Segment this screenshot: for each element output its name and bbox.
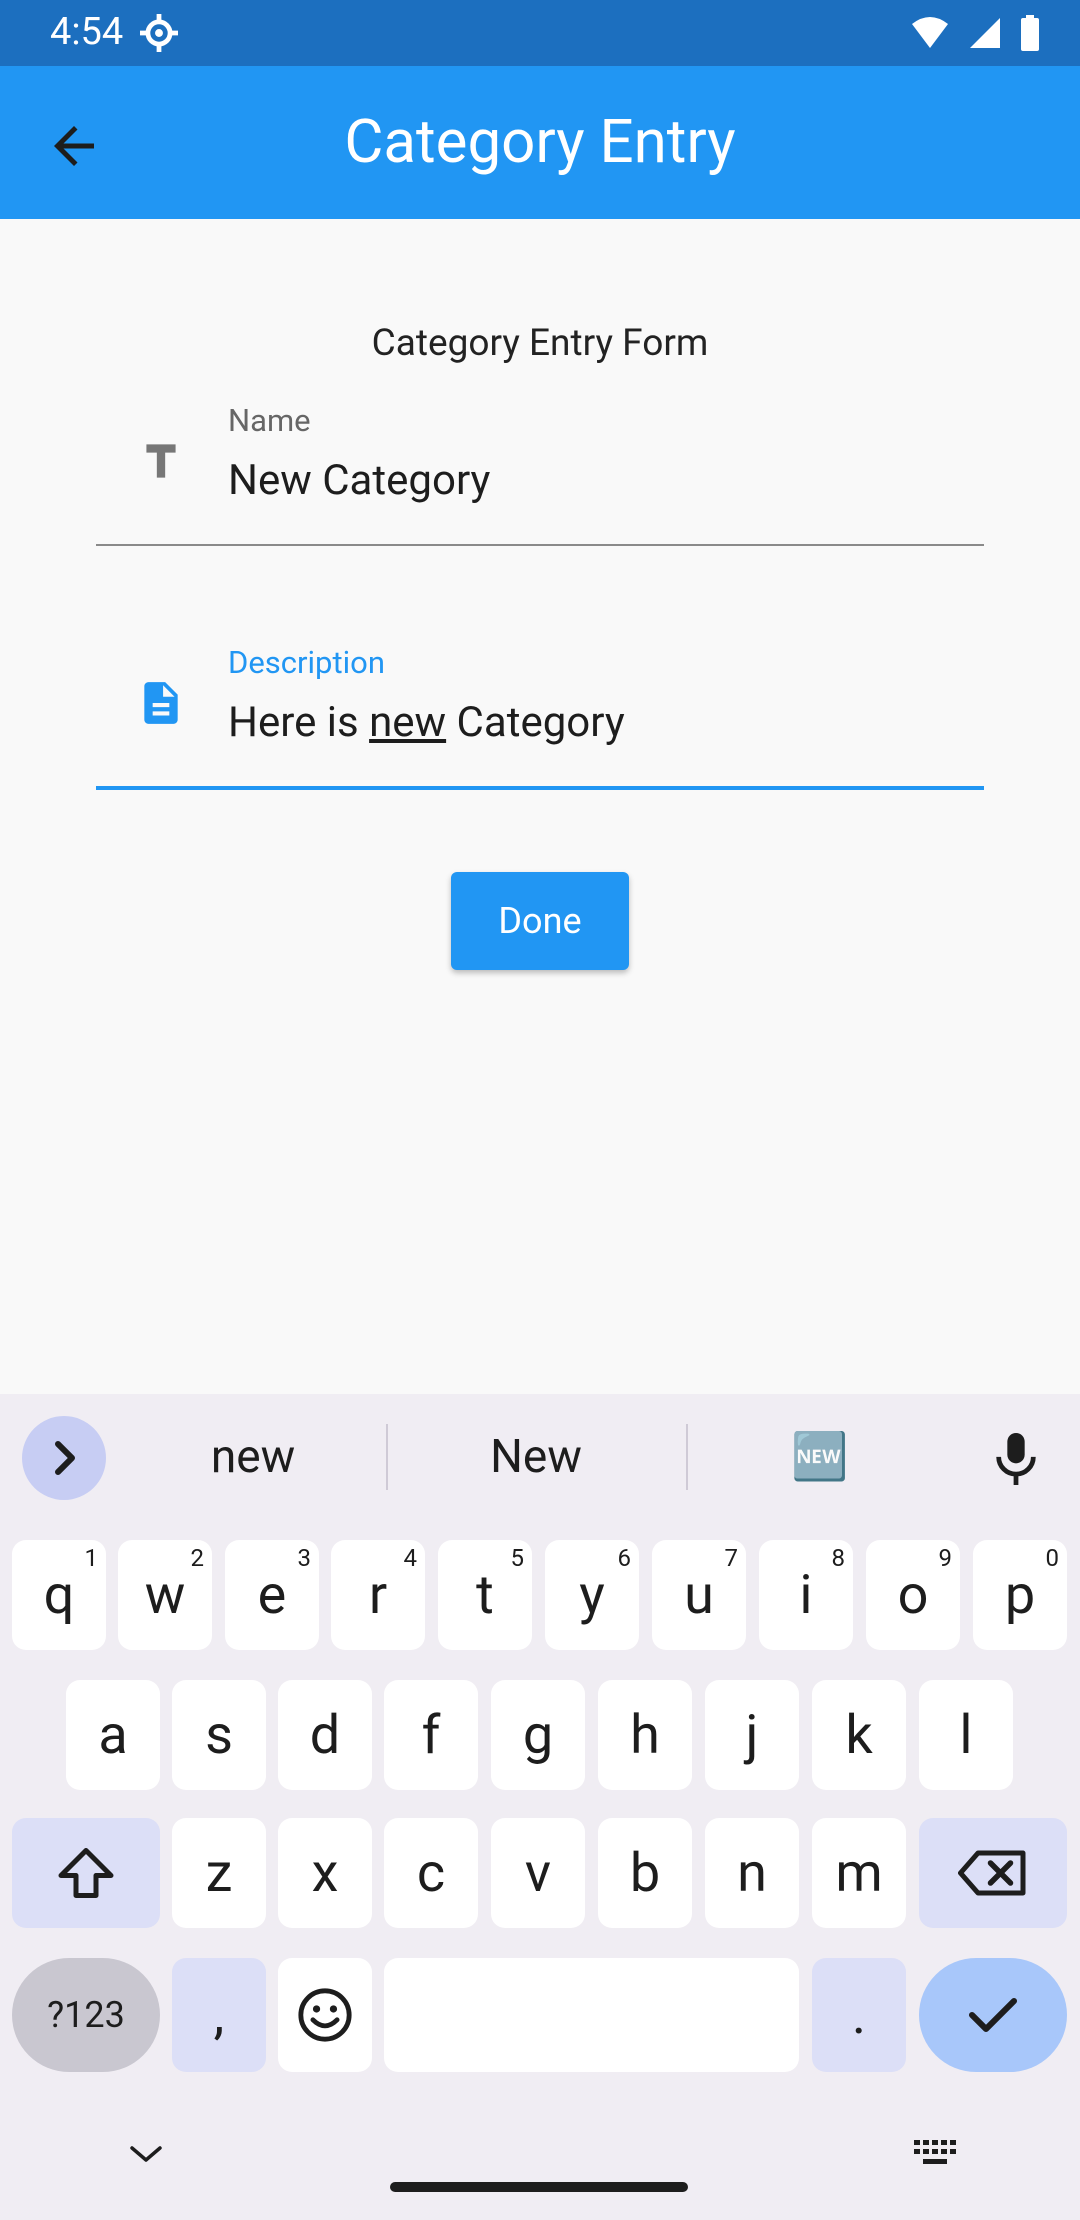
key-d[interactable]: d	[278, 1680, 372, 1790]
shift-key[interactable]	[12, 1818, 160, 1928]
backspace-key[interactable]	[919, 1818, 1067, 1928]
suggestion-divider	[386, 1424, 388, 1490]
name-field[interactable]: Name New Category	[96, 398, 984, 548]
key-w[interactable]: w2	[118, 1540, 212, 1650]
key-m[interactable]: m	[812, 1818, 906, 1928]
key-g[interactable]: g	[491, 1680, 585, 1790]
chevron-right-icon	[55, 1441, 75, 1475]
key-hint: 2	[190, 1544, 205, 1572]
checkmark-icon	[968, 1997, 1018, 2033]
key-hint: 9	[938, 1544, 953, 1572]
key-s[interactable]: s	[172, 1680, 266, 1790]
key-hint: 3	[297, 1544, 312, 1572]
key-f[interactable]: f	[384, 1680, 478, 1790]
battery-icon	[1021, 15, 1039, 51]
symbols-key[interactable]: ?123	[12, 1958, 160, 2072]
key-t[interactable]: t5	[438, 1540, 532, 1650]
key-hint: 8	[831, 1544, 846, 1572]
microphone-icon[interactable]	[990, 1430, 1042, 1488]
suggestion-strip: new New 🆕	[0, 1394, 1080, 1522]
cell-signal-icon	[970, 18, 1000, 48]
keyboard-switch-icon[interactable]	[912, 2138, 958, 2168]
description-field[interactable]: Description Here is new Category	[96, 640, 984, 792]
key-label: t	[476, 1563, 494, 1627]
period-key[interactable]: .	[812, 1958, 906, 2072]
suggestion-1[interactable]: new	[150, 1430, 356, 1484]
expand-toolbar-button[interactable]	[22, 1416, 106, 1500]
key-e[interactable]: e3	[225, 1540, 319, 1650]
key-hint: 5	[510, 1544, 525, 1572]
key-hint: 1	[84, 1544, 99, 1572]
key-x[interactable]: x	[278, 1818, 372, 1928]
key-p[interactable]: p0	[973, 1540, 1067, 1650]
text-format-icon	[146, 444, 176, 478]
key-label: o	[897, 1563, 929, 1627]
key-v[interactable]: v	[491, 1818, 585, 1928]
key-label: q	[43, 1563, 75, 1627]
description-composing-word: new	[369, 698, 447, 747]
key-label: e	[257, 1563, 287, 1627]
app-bar: Category Entry	[0, 66, 1080, 219]
suggestion-2[interactable]: New	[400, 1430, 672, 1484]
key-k[interactable]: k	[812, 1680, 906, 1790]
status-time: 4:54	[50, 10, 124, 54]
home-indicator[interactable]	[390, 2182, 688, 2192]
key-o[interactable]: o9	[866, 1540, 960, 1650]
description-underline	[96, 786, 984, 790]
key-hint: 4	[403, 1544, 418, 1572]
name-label: Name	[228, 402, 311, 439]
status-bar: 4:54	[0, 0, 1080, 66]
key-label: i	[799, 1563, 813, 1627]
description-label: Description	[228, 644, 385, 681]
comma-key[interactable]: ,	[172, 1958, 266, 2072]
key-u[interactable]: u7	[652, 1540, 746, 1650]
key-n[interactable]: n	[705, 1818, 799, 1928]
key-hint: 6	[617, 1544, 632, 1572]
done-button[interactable]: Done	[451, 872, 629, 970]
key-l[interactable]: l	[919, 1680, 1013, 1790]
key-r[interactable]: r4	[331, 1540, 425, 1650]
description-text-prefix: Here is	[228, 698, 370, 747]
hide-keyboard-chevron-icon[interactable]	[126, 2142, 166, 2166]
key-label: y	[579, 1563, 605, 1627]
page-title: Category Entry	[344, 106, 736, 177]
suggestion-3[interactable]: 🆕	[720, 1430, 920, 1484]
key-c[interactable]: c	[384, 1818, 478, 1928]
key-i[interactable]: i8	[759, 1540, 853, 1650]
description-value[interactable]: Here is new Category	[228, 698, 625, 747]
emoji-key[interactable]	[278, 1958, 372, 2072]
name-underline	[96, 544, 984, 546]
suggestion-divider	[686, 1424, 688, 1490]
key-b[interactable]: b	[598, 1818, 692, 1928]
key-hint: 7	[724, 1544, 739, 1572]
key-hint: 0	[1045, 1544, 1060, 1572]
enter-key[interactable]	[919, 1958, 1067, 2072]
key-a[interactable]: a	[66, 1680, 160, 1790]
settings-gear-icon	[140, 14, 178, 52]
keyboard: new New 🆕 q1 w2 e3 r4 t5 y6 u7 i8 o9 p0 …	[0, 1394, 1080, 2220]
form-title: Category Entry Form	[371, 322, 709, 365]
key-z[interactable]: z	[172, 1818, 266, 1928]
backspace-icon	[958, 1850, 1026, 1896]
key-label: p	[1004, 1563, 1036, 1627]
emoji-icon	[298, 1988, 352, 2042]
key-label: u	[684, 1563, 714, 1627]
status-icons	[910, 14, 1040, 52]
key-label: w	[144, 1563, 186, 1627]
key-q[interactable]: q1	[12, 1540, 106, 1650]
key-label: r	[368, 1563, 388, 1627]
shift-arrow-icon	[58, 1848, 114, 1898]
key-y[interactable]: y6	[545, 1540, 639, 1650]
wifi-icon	[912, 17, 948, 48]
description-text-suffix: Category	[446, 698, 625, 747]
document-icon	[144, 682, 178, 724]
key-j[interactable]: j	[705, 1680, 799, 1790]
name-value[interactable]: New Category	[228, 456, 490, 505]
key-h[interactable]: h	[598, 1680, 692, 1790]
space-key[interactable]	[384, 1958, 799, 2072]
